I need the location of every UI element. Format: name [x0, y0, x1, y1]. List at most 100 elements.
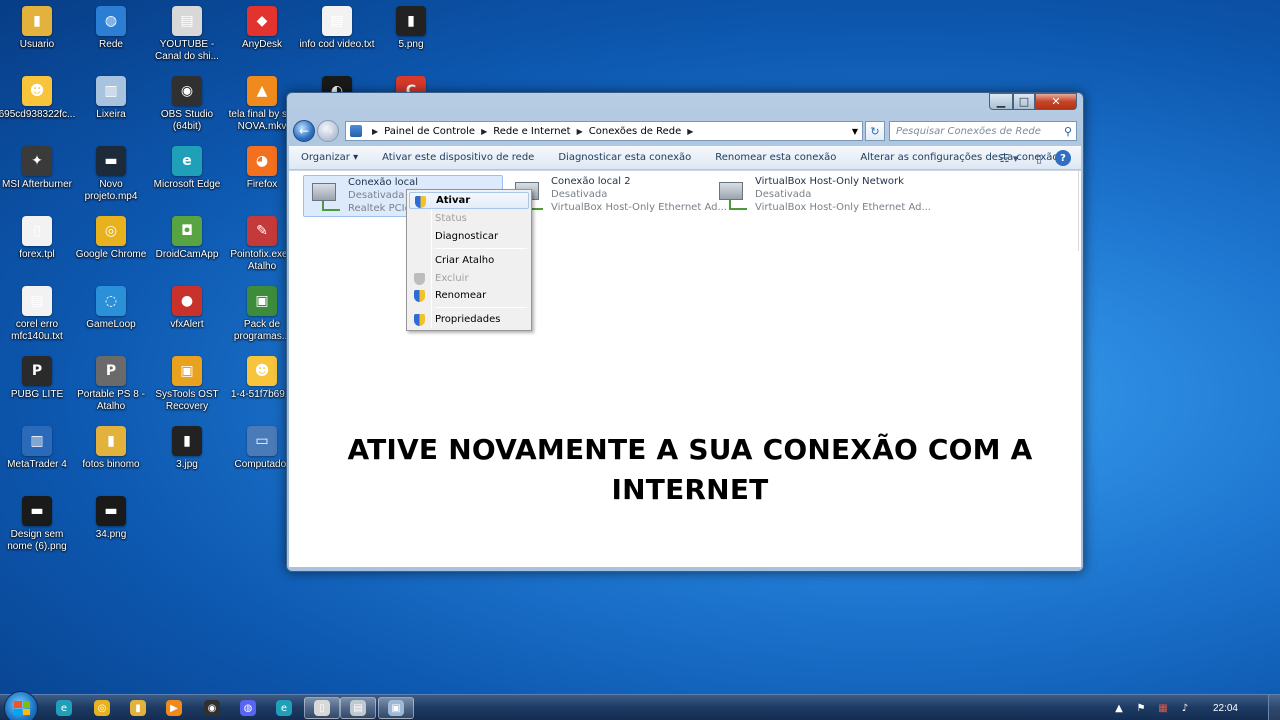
- desktop-icon[interactable]: ▬ Design sem nome (6).png: [0, 492, 74, 560]
- obs-icon: ◉: [204, 700, 220, 716]
- show-desktop-button[interactable]: [1268, 695, 1280, 720]
- desktop-icon-label: Novo projeto.mp4: [84, 179, 138, 202]
- connection-item-conexao-local-2[interactable]: Conexão local 2 Desativada VirtualBox Ho…: [507, 175, 727, 217]
- desktop-app-icon: ▮: [22, 6, 52, 36]
- search-icon[interactable]: ⚲: [1064, 125, 1072, 138]
- desktop-icon[interactable]: ◎ Google Chrome: [74, 212, 148, 280]
- desktop-icon[interactable]: e Microsoft Edge: [150, 142, 224, 210]
- context-menu: Ativar Status Diagnosticar Criar Atalho …: [406, 189, 532, 331]
- divider: [1078, 171, 1079, 251]
- desktop-icon[interactable]: ◆ AnyDesk: [225, 2, 299, 70]
- desktop-icon[interactable]: ▯ forex.tpl: [0, 212, 74, 280]
- taskbar-app-obs[interactable]: ◉: [196, 697, 228, 719]
- taskbar-app-network-window[interactable]: ▣: [378, 697, 414, 719]
- instruction-caption: ATIVE NOVAMENTE A SUA CONEXÃO COM A INTE…: [290, 430, 1090, 510]
- desktop-icon[interactable]: ▤ corel erro mfc140u.txt: [0, 282, 74, 350]
- chrome-icon: ◎: [94, 700, 110, 716]
- desktop-icon[interactable]: ▬ 34.png: [74, 492, 148, 560]
- address-bar[interactable]: ▶ Painel de Controle ▶ Rede e Internet ▶…: [345, 121, 863, 141]
- tray-expand-icon[interactable]: ▲: [1111, 703, 1127, 714]
- desktop-icon[interactable]: ▣ SysTools OST Recovery: [150, 352, 224, 420]
- notepad-icon: ▯: [314, 700, 330, 716]
- desktop-icon[interactable]: ▮ Usuario: [0, 2, 74, 70]
- desktop-icon[interactable]: ✦ MSI Afterburner: [0, 142, 74, 210]
- desktop-icon[interactable]: ◘ DroidCamApp: [150, 212, 224, 280]
- menu-item-properties[interactable]: Propriedades: [409, 311, 529, 328]
- refresh-button[interactable]: ↻: [865, 121, 885, 141]
- desktop-app-icon: ▮: [96, 426, 126, 456]
- connection-item-virtualbox-network[interactable]: VirtualBox Host-Only Network Desativada …: [711, 175, 931, 217]
- close-button[interactable]: ✕: [1035, 93, 1077, 110]
- desktop-icon[interactable]: ▮ 5.png: [374, 2, 448, 70]
- breadcrumb-control-panel[interactable]: Painel de Controle: [384, 126, 475, 137]
- breadcrumb-network-internet[interactable]: Rede e Internet: [493, 126, 570, 137]
- desktop-app-icon: ☻: [247, 356, 277, 386]
- maximize-button[interactable]: □: [1013, 93, 1035, 110]
- menu-separator: [435, 248, 527, 249]
- menu-item-delete[interactable]: Excluir: [409, 270, 529, 287]
- taskbar-app-chrome[interactable]: ◎: [86, 697, 118, 719]
- desktop-app-icon: e: [172, 146, 202, 176]
- preview-pane-icon[interactable]: ▯: [1031, 150, 1047, 166]
- menu-item-activate[interactable]: Ativar: [409, 192, 529, 209]
- menu-item-diagnose[interactable]: Diagnosticar: [409, 228, 529, 245]
- desktop-icon[interactable]: P PUBG LITE: [0, 352, 74, 420]
- desktop-icon[interactable]: ▬ Novo projeto.mp4: [74, 142, 148, 210]
- back-button[interactable]: ←: [293, 120, 315, 142]
- desktop-app-icon: ●: [172, 286, 202, 316]
- diagnose-connection-button[interactable]: Diagnosticar esta conexão: [546, 152, 703, 163]
- desktop-icon[interactable]: ▤ YOUTUBE - Canal do shi...: [150, 2, 224, 70]
- desktop-icon[interactable]: ▤ info cod video.txt: [299, 2, 375, 70]
- desktop-icon[interactable]: P Portable PS 8 - Atalho: [74, 352, 148, 420]
- desktop-icon-label: MSI Afterburner: [1, 179, 73, 190]
- desktop-app-icon: ✎: [247, 216, 277, 246]
- command-bar: Organizar ▾ Ativar este dispositivo de r…: [289, 146, 1081, 170]
- breadcrumb-network-connections[interactable]: Conexões de Rede: [589, 126, 682, 137]
- desktop-icon[interactable]: ▥ MetaTrader 4: [0, 422, 74, 490]
- desktop-icon[interactable]: ☻ 695cd938322fc...: [0, 72, 75, 140]
- taskbar-app-explorer[interactable]: ▮: [122, 697, 154, 719]
- desktop-icon[interactable]: ▮ fotos binomo: [74, 422, 148, 490]
- enable-device-button[interactable]: Ativar este dispositivo de rede: [370, 152, 546, 163]
- desktop-icon[interactable]: ▥ Lixeira: [74, 72, 148, 140]
- menu-item-status[interactable]: Status: [409, 210, 529, 227]
- network-disconnected-icon[interactable]: ▦: [1155, 703, 1171, 714]
- rename-connection-button[interactable]: Renomear esta conexão: [703, 152, 848, 163]
- start-button[interactable]: [4, 691, 38, 720]
- desktop-icon-label: vfxAlert: [170, 319, 204, 330]
- taskbar-app-discord[interactable]: ◍: [232, 697, 264, 719]
- menu-separator: [435, 307, 527, 308]
- taskbar-app-notepad[interactable]: ▯: [304, 697, 340, 719]
- desktop-icon-label: corel erro mfc140u.txt: [11, 319, 63, 342]
- taskbar-app-media[interactable]: ▶: [158, 697, 190, 719]
- desktop-icon-label: DroidCamApp: [155, 249, 219, 260]
- desktop-app-icon: ◉: [172, 76, 202, 106]
- desktop-icon[interactable]: ▮ 3.jpg: [150, 422, 224, 490]
- menu-item-rename[interactable]: Renomear: [409, 287, 529, 304]
- forward-button[interactable]: →: [317, 120, 339, 142]
- desktop-icon[interactable]: ◉ OBS Studio (64bit): [150, 72, 224, 140]
- volume-icon[interactable]: ♪: [1177, 703, 1193, 714]
- taskbar-app-edge[interactable]: e: [48, 697, 80, 719]
- desktop-icon[interactable]: ◌ GameLoop: [74, 282, 148, 350]
- taskbar-app-network-folder[interactable]: ▤: [340, 697, 376, 719]
- search-input[interactable]: Pesquisar Conexões de Rede ⚲: [889, 121, 1077, 141]
- clock[interactable]: 22:04: [1213, 703, 1238, 714]
- uac-shield-icon: [414, 290, 425, 302]
- minimize-button[interactable]: ▁: [989, 93, 1013, 110]
- desktop-icon[interactable]: ◍ Rede: [74, 2, 148, 70]
- action-center-flag-icon[interactable]: ⚑: [1133, 703, 1149, 714]
- taskbar-app-edge2[interactable]: e: [268, 697, 300, 719]
- views-icon[interactable]: ☷ ▾: [995, 150, 1023, 166]
- address-dropdown-icon[interactable]: ▼: [852, 127, 858, 136]
- connection-name: Conexão local: [348, 177, 419, 188]
- menu-item-label: Excluir: [435, 273, 469, 284]
- menu-item-create-shortcut[interactable]: Criar Atalho: [409, 252, 529, 269]
- caption-line-2: INTERNET: [611, 473, 769, 506]
- desktop-icon-label: Google Chrome: [75, 249, 147, 260]
- desktop-icon[interactable]: ● vfxAlert: [150, 282, 224, 350]
- help-icon[interactable]: ?: [1055, 150, 1071, 166]
- connection-name: VirtualBox Host-Only Network: [755, 176, 904, 187]
- organize-button[interactable]: Organizar ▾: [289, 152, 370, 163]
- desktop-app-icon: P: [22, 356, 52, 386]
